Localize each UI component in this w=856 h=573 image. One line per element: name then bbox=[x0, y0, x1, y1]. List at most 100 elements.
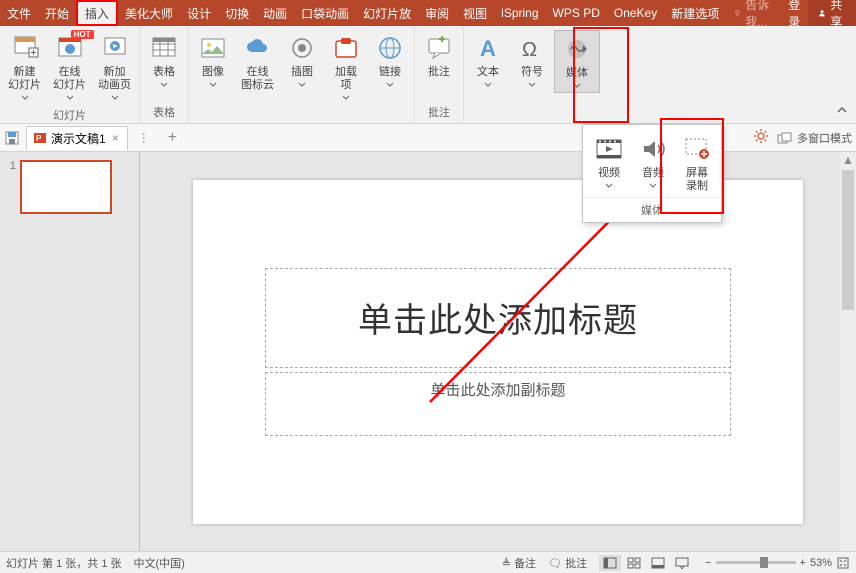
scroll-up-arrow[interactable]: ▲ bbox=[840, 152, 856, 168]
status-bar: 幻灯片 第 1 张，共 1 张 中文(中国) ≜ 备注 🗨 批注 − + 53% bbox=[0, 551, 856, 573]
sorter-view-button[interactable] bbox=[623, 555, 645, 571]
ribbon-group-comments-label: 批注 bbox=[428, 101, 450, 123]
vertical-scrollbar[interactable]: ▲ bbox=[840, 152, 856, 551]
zoom-control: − + 53% bbox=[705, 556, 850, 570]
comment-button[interactable]: 批注 bbox=[417, 30, 461, 81]
menu-transitions[interactable]: 切换 bbox=[218, 0, 256, 26]
slideshow-view-button[interactable] bbox=[671, 555, 693, 571]
menu-insert[interactable]: 插入 bbox=[76, 0, 118, 26]
menu-new-tab[interactable]: 新建选项 bbox=[664, 0, 726, 26]
ribbon-group-slides: 新建 幻灯片 HOT 在线 幻灯片 新加 动画页 幻灯片 bbox=[0, 26, 140, 123]
image-button[interactable]: 图像 bbox=[191, 30, 235, 91]
subtitle-placeholder-text: 单击此处添加副标题 bbox=[430, 379, 565, 400]
menu-pocket-anim[interactable]: 口袋动画 bbox=[294, 0, 356, 26]
sorter-view-icon bbox=[627, 557, 641, 569]
video-button[interactable]: 视频 bbox=[587, 131, 631, 195]
comments-toggle[interactable]: 🗨 批注 bbox=[548, 555, 587, 571]
work-area: 1 单击此处添加标题 单击此处添加副标题 ▲ bbox=[0, 152, 856, 551]
slide-canvas-area[interactable]: 单击此处添加标题 单击此处添加副标题 ▲ bbox=[140, 152, 856, 551]
normal-view-button[interactable] bbox=[599, 555, 621, 571]
slideshow-icon bbox=[675, 557, 689, 569]
menu-animations[interactable]: 动画 bbox=[256, 0, 294, 26]
language-status[interactable]: 中文(中国) bbox=[134, 555, 185, 571]
gear-icon bbox=[753, 128, 769, 144]
table-label: 表格 bbox=[153, 66, 175, 79]
new-tab-button[interactable]: + bbox=[160, 129, 185, 147]
slide[interactable]: 单击此处添加标题 单击此处添加副标题 bbox=[193, 180, 803, 524]
tab-handle[interactable]: ⋮ bbox=[134, 131, 154, 145]
link-button[interactable]: 链接 bbox=[368, 30, 412, 91]
comment-icon bbox=[425, 34, 453, 62]
menu-slideshow[interactable]: 幻灯片放 bbox=[356, 0, 418, 26]
chevron-down-icon bbox=[160, 81, 168, 89]
media-label: 媒体 bbox=[566, 67, 588, 80]
image-label: 图像 bbox=[202, 66, 224, 79]
zoom-out-button[interactable]: − bbox=[705, 557, 711, 569]
chevron-down-icon bbox=[111, 94, 119, 102]
anim-page-label: 新加 动画页 bbox=[98, 66, 131, 92]
fit-window-icon[interactable] bbox=[836, 556, 850, 570]
view-buttons bbox=[599, 555, 693, 571]
illustration-button[interactable]: 插图 bbox=[280, 30, 324, 91]
reading-view-icon bbox=[651, 557, 665, 569]
text-label: 文本 bbox=[477, 66, 499, 79]
scrollbar-thumb[interactable] bbox=[842, 170, 854, 310]
save-icon[interactable] bbox=[4, 130, 20, 146]
media-icon bbox=[563, 35, 591, 63]
chevron-down-icon bbox=[605, 182, 613, 190]
zoom-in-button[interactable]: + bbox=[800, 557, 806, 569]
ppt-file-icon: P bbox=[33, 131, 47, 145]
screen-record-button[interactable]: 屏幕 录制 bbox=[675, 131, 719, 195]
cloud-icons-label: 在线 图标云 bbox=[241, 66, 274, 92]
menu-design[interactable]: 设计 bbox=[180, 0, 218, 26]
slide-count-status: 幻灯片 第 1 张，共 1 张 bbox=[6, 555, 122, 571]
media-dropdown-popup: 视频 音频 屏幕 录制 媒体 bbox=[582, 124, 722, 223]
share-button[interactable]: 共享 bbox=[808, 0, 856, 26]
menu-view[interactable]: 视图 bbox=[456, 0, 494, 26]
media-button[interactable]: 媒体 bbox=[554, 30, 600, 93]
addin-button[interactable]: 加载 项 bbox=[324, 30, 368, 104]
title-placeholder-text: 单击此处添加标题 bbox=[358, 293, 638, 342]
notes-toggle[interactable]: ≜ 备注 bbox=[502, 555, 536, 571]
tell-me-search[interactable]: 告诉我... bbox=[726, 0, 780, 26]
menu-ispring[interactable]: iSpring bbox=[494, 0, 545, 26]
text-button[interactable]: A 文本 bbox=[466, 30, 510, 91]
reading-view-button[interactable] bbox=[647, 555, 669, 571]
menu-file[interactable]: 文件 bbox=[0, 0, 38, 26]
audio-button[interactable]: 音频 bbox=[631, 131, 675, 195]
new-slide-button[interactable]: 新建 幻灯片 bbox=[2, 30, 47, 104]
ribbon-collapse-button[interactable] bbox=[836, 104, 848, 119]
zoom-value[interactable]: 53% bbox=[810, 557, 832, 569]
screen-record-label: 屏幕 录制 bbox=[686, 167, 708, 193]
menu-home[interactable]: 开始 bbox=[38, 0, 76, 26]
slide-thumbnail[interactable] bbox=[20, 160, 112, 214]
menu-beautify[interactable]: 美化大师 bbox=[118, 0, 180, 26]
video-icon bbox=[594, 134, 624, 164]
menu-onekey[interactable]: OneKey bbox=[607, 0, 664, 26]
thumbnail-number: 1 bbox=[6, 160, 16, 172]
zoom-slider-thumb[interactable] bbox=[760, 557, 768, 568]
menu-wps-pdf[interactable]: WPS PD bbox=[546, 0, 607, 26]
document-tab-close[interactable]: × bbox=[110, 131, 121, 145]
ribbon-group-text: A 文本 Ω 符号 媒体 bbox=[464, 26, 602, 123]
zoom-slider-track[interactable] bbox=[716, 561, 796, 564]
menu-review[interactable]: 审阅 bbox=[418, 0, 456, 26]
settings-button[interactable] bbox=[753, 128, 769, 147]
table-button[interactable]: 表格 bbox=[142, 30, 186, 91]
multi-window-button[interactable]: 多窗口模式 bbox=[777, 130, 852, 146]
title-placeholder[interactable]: 单击此处添加标题 bbox=[265, 268, 731, 368]
document-tab[interactable]: P 演示文稿1 × bbox=[26, 126, 128, 150]
thumbnail-row[interactable]: 1 bbox=[6, 160, 133, 214]
symbol-icon: Ω bbox=[518, 34, 546, 62]
chevron-down-icon bbox=[649, 182, 657, 190]
windows-icon bbox=[777, 132, 793, 144]
ribbon-group-slides-label: 幻灯片 bbox=[53, 104, 86, 126]
symbol-button[interactable]: Ω 符号 bbox=[510, 30, 554, 91]
audio-label: 音频 bbox=[642, 167, 664, 180]
subtitle-placeholder[interactable]: 单击此处添加副标题 bbox=[265, 372, 731, 436]
login-link[interactable]: 登录 bbox=[780, 0, 808, 26]
online-slide-button[interactable]: HOT 在线 幻灯片 bbox=[47, 30, 92, 104]
anim-page-button[interactable]: 新加 动画页 bbox=[92, 30, 137, 104]
cloud-icons-button[interactable]: 在线 图标云 bbox=[235, 30, 280, 94]
anim-page-icon bbox=[101, 34, 129, 62]
